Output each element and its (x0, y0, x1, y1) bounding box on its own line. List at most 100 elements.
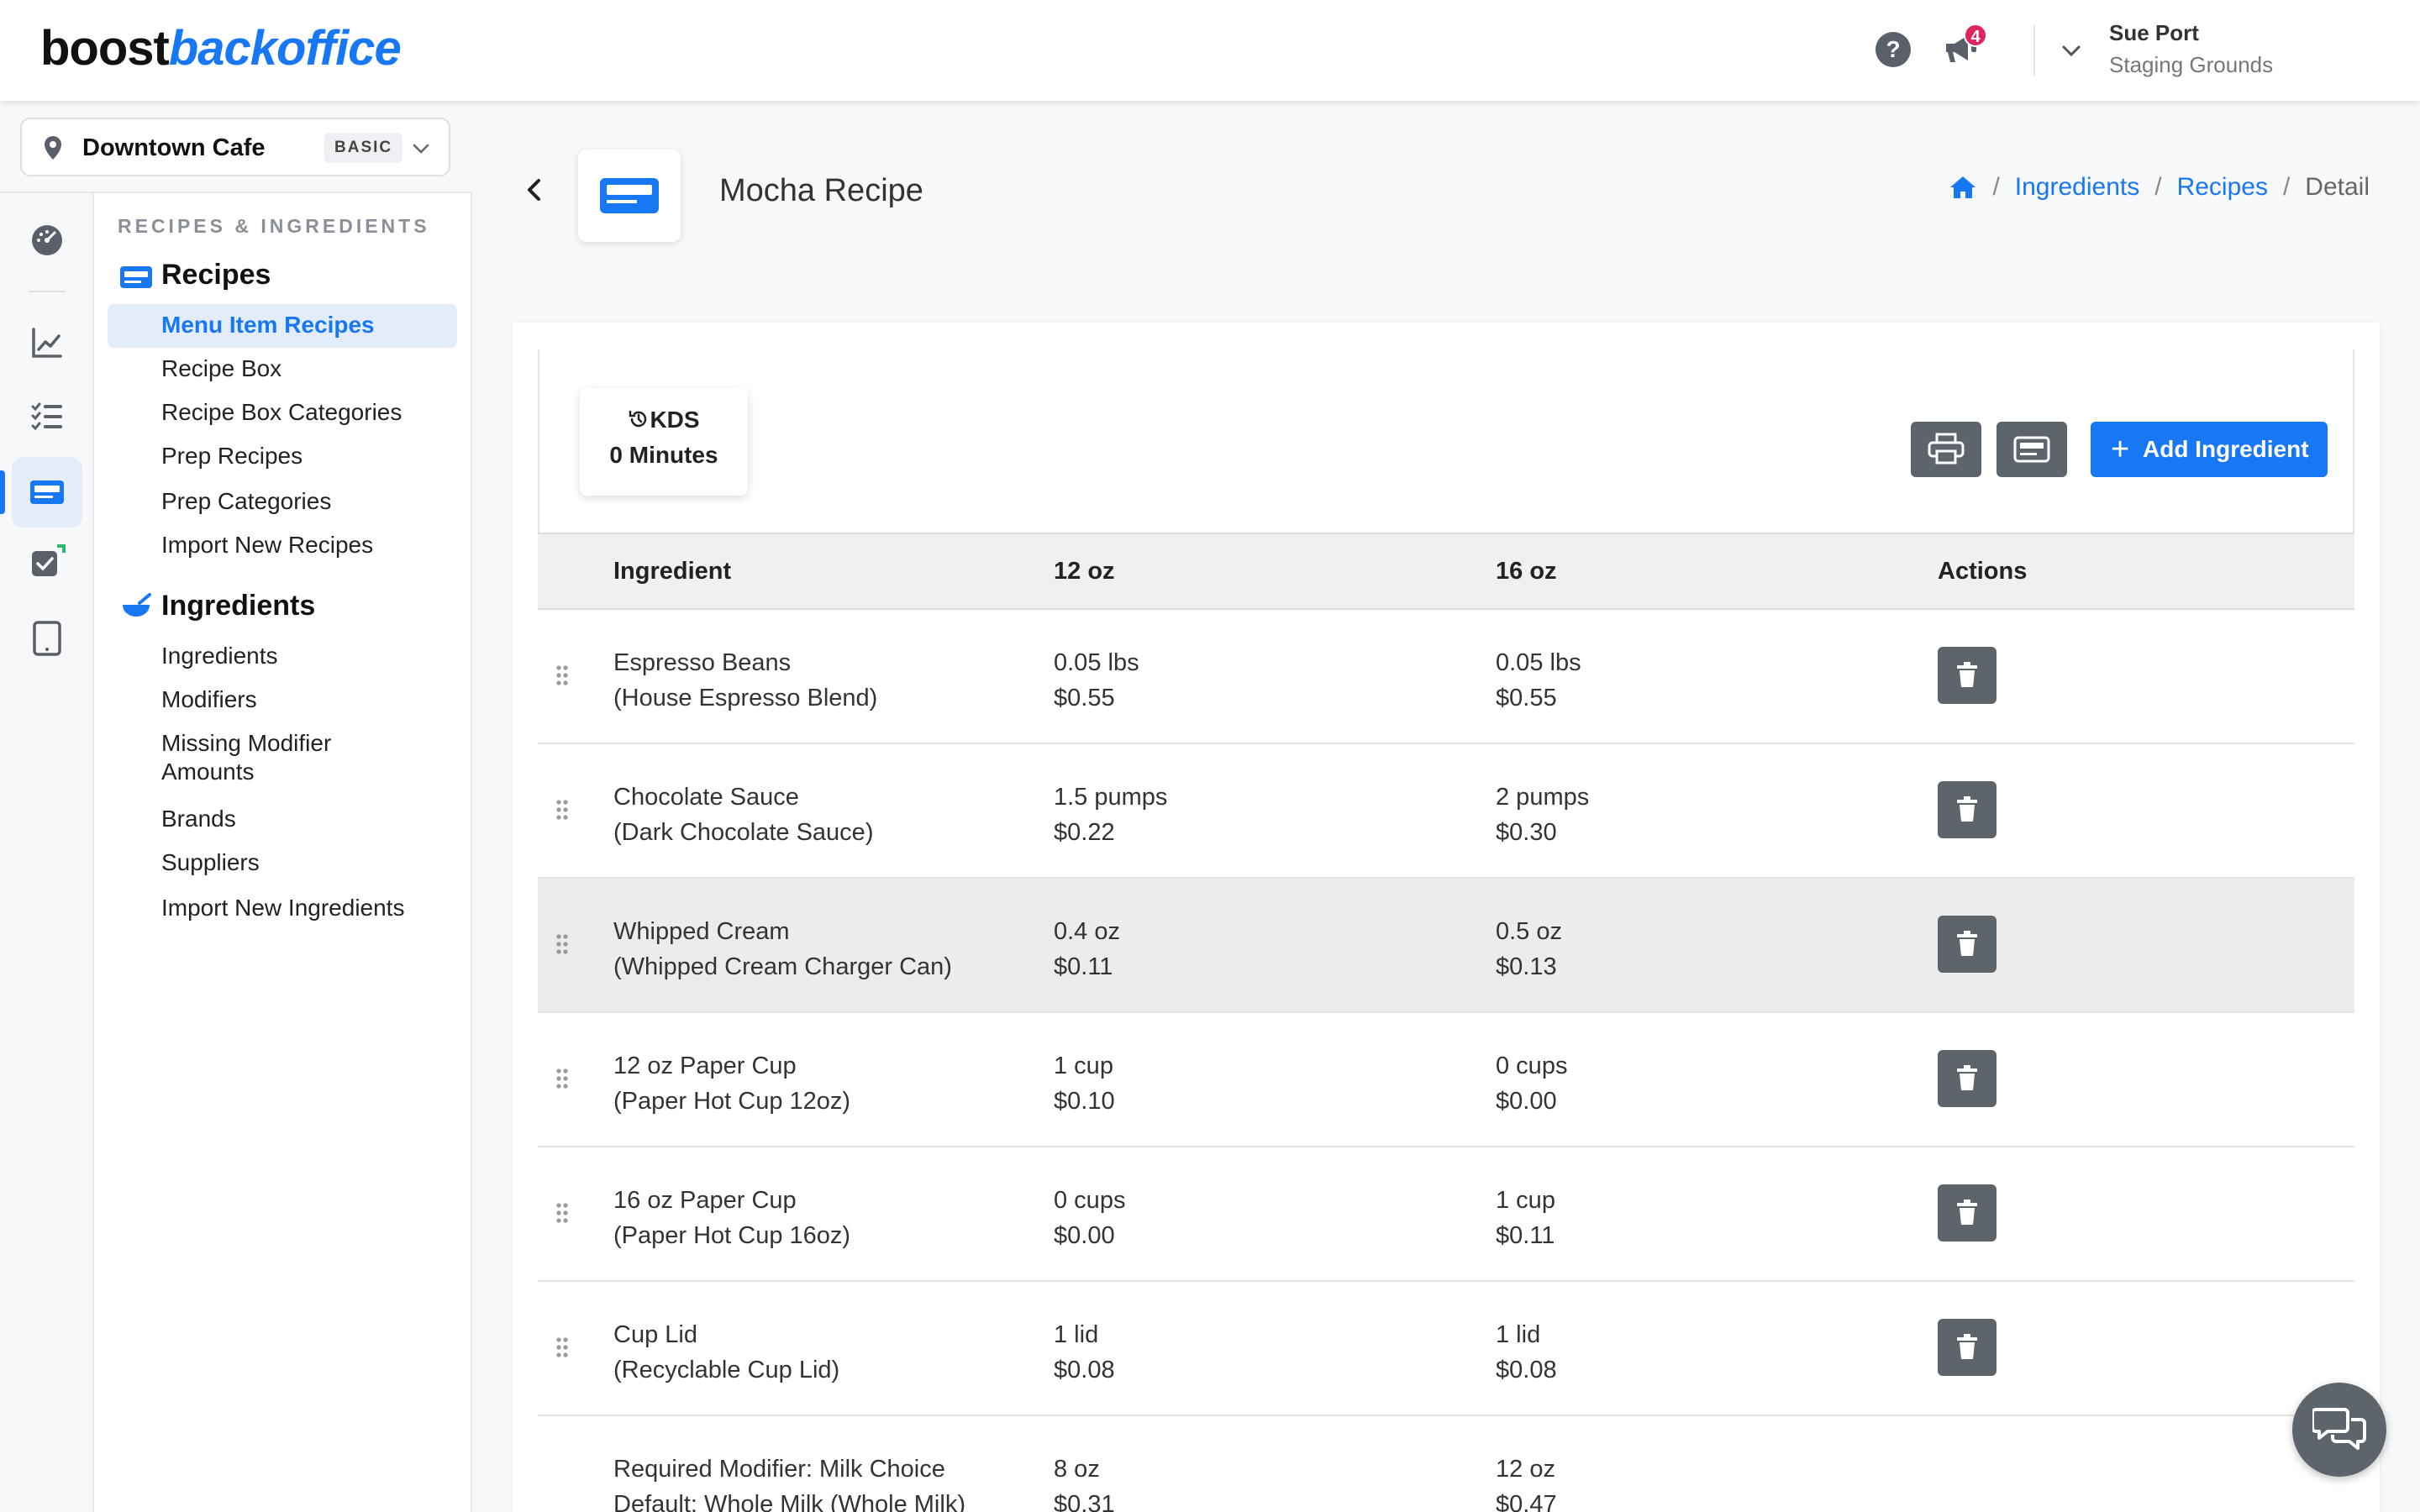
sidebar-item-missing-modifier-amounts[interactable]: Missing Modifier Amounts (161, 729, 413, 786)
amount-12oz: 1.5 pumps (1054, 784, 1168, 811)
table-row[interactable]: Cup Lid (Recyclable Cup Lid) 1 lid $0.08 1 l… (538, 1282, 2354, 1416)
page-title: Mocha Recipe (719, 173, 923, 208)
task-checkbox-icon[interactable] (29, 544, 66, 581)
table-row[interactable]: Required Modifier: Milk Choice Default: W… (538, 1416, 2354, 1512)
table-row[interactable]: 12 oz Paper Cup (Paper Hot Cup 12oz) 1 cup… (538, 1013, 2354, 1147)
nav-group-recipes[interactable]: Recipes (161, 259, 271, 291)
size-12oz-cell: 0.4 oz $0.11 (1054, 914, 1120, 984)
delete-ingredient-button[interactable] (1938, 1184, 1996, 1242)
checklist-icon[interactable] (29, 398, 66, 435)
sidebar-section-label: RECIPES & INGREDIENTS (118, 215, 430, 237)
sidebar-item-suppliers[interactable]: Suppliers (161, 848, 260, 877)
cost-12oz: $0.31 (1054, 1491, 1115, 1512)
sidebar-item-import-new-recipes[interactable]: Import New Recipes (161, 531, 373, 559)
app-logo[interactable]: boostbackoffice (40, 18, 402, 79)
ingredient-cell: Cup Lid (Recyclable Cup Lid) (613, 1317, 839, 1388)
chevron-down-icon[interactable] (2057, 37, 2086, 66)
sidebar-item-import-new-ingredients[interactable]: Import New Ingredients (161, 894, 404, 922)
nav-group-ingredients[interactable]: Ingredients (161, 590, 315, 622)
trash-icon (1957, 1065, 1977, 1090)
ingredient-cell: 12 oz Paper Cup (Paper Hot Cup 12oz) (613, 1048, 850, 1119)
cost-12oz: $0.11 (1054, 953, 1113, 980)
size-16oz-cell: 1 cup $0.11 (1496, 1183, 1555, 1253)
size-12oz-cell: 1 lid $0.08 (1054, 1317, 1115, 1388)
cost-12oz: $0.10 (1054, 1088, 1115, 1115)
cost-16oz: $0.13 (1496, 953, 1557, 980)
delete-ingredient-button[interactable] (1938, 781, 1996, 838)
delete-ingredient-button[interactable] (1938, 916, 1996, 973)
size-16oz-cell: 0.05 lbs $0.55 (1496, 645, 1581, 716)
dashboard-gauge-icon[interactable] (29, 222, 66, 259)
column-header-12oz[interactable]: 12 oz (1054, 558, 1115, 585)
recipe-card-view-button[interactable] (1996, 422, 2067, 477)
trash-icon (1957, 1334, 1977, 1359)
ingredient-detail: (House Espresso Blend) (613, 685, 878, 711)
table-row[interactable]: Espresso Beans (House Espresso Blend) 0.05… (538, 610, 2354, 744)
drag-handle-icon[interactable] (555, 664, 570, 687)
back-arrow-icon[interactable] (519, 175, 550, 205)
sidebar-item-recipe-box[interactable]: Recipe Box (161, 354, 281, 383)
sidebar-item-menu-item-recipes[interactable]: Menu Item Recipes (161, 311, 375, 339)
drag-handle-icon[interactable] (555, 798, 570, 822)
breadcrumb-recipes[interactable]: Recipes (2177, 173, 2268, 202)
table-row[interactable]: Chocolate Sauce (Dark Chocolate Sauce) 1.5… (538, 744, 2354, 879)
recipe-card-icon (2013, 436, 2050, 463)
sidebar-item-recipe-box-categories[interactable]: Recipe Box Categories (161, 398, 402, 427)
logo-text-boost: boost (40, 21, 170, 76)
breadcrumb-separator: / (2282, 173, 2291, 201)
kds-value: 0 Minutes (609, 442, 718, 468)
header-divider (2033, 25, 2035, 76)
amount-12oz: 0.4 oz (1054, 918, 1120, 945)
amount-12oz: 0.05 lbs (1054, 649, 1139, 676)
size-16oz-cell: 1 lid $0.08 (1496, 1317, 1557, 1388)
table-row[interactable]: Whipped Cream (Whipped Cream Charger Can)… (538, 879, 2354, 1013)
home-icon[interactable] (1949, 175, 1977, 200)
tablet-icon[interactable] (29, 620, 66, 657)
drag-handle-icon[interactable] (555, 1067, 570, 1090)
cost-16oz: $0.47 (1496, 1491, 1557, 1512)
ingredient-cell: Required Modifier: Milk Choice Default: W… (613, 1452, 965, 1512)
ingredient-cell: Espresso Beans (House Espresso Blend) (613, 645, 877, 716)
amount-12oz: 1 lid (1054, 1321, 1099, 1348)
cost-16oz: $0.11 (1496, 1222, 1555, 1249)
cost-16oz: $0.00 (1496, 1088, 1557, 1115)
amount-16oz: 1 cup (1496, 1187, 1555, 1214)
rail-active-indicator (0, 470, 5, 514)
delete-ingredient-button[interactable] (1938, 647, 1996, 704)
sidebar-item-prep-categories[interactable]: Prep Categories (161, 487, 331, 516)
sidebar-nav-panel (94, 193, 472, 1512)
sidebar-item-ingredients[interactable]: Ingredients (161, 642, 278, 670)
add-ingredient-button[interactable]: + Add Ingredient (2091, 422, 2328, 477)
help-icon[interactable]: ? (1876, 32, 1911, 67)
recipe-card-icon[interactable] (29, 474, 66, 511)
breadcrumb-ingredients[interactable]: Ingredients (2015, 173, 2139, 202)
delete-ingredient-button[interactable] (1938, 1050, 1996, 1107)
sidebar-item-brands[interactable]: Brands (161, 805, 236, 833)
amount-16oz: 2 pumps (1496, 784, 1590, 811)
table-row[interactable]: 16 oz Paper Cup (Paper Hot Cup 16oz) 0 cup… (538, 1147, 2354, 1282)
drag-handle-icon[interactable] (555, 1336, 570, 1359)
chat-support-button[interactable] (2292, 1383, 2386, 1477)
column-header-ingredient[interactable]: Ingredient (613, 558, 731, 585)
amount-12oz: 1 cup (1054, 1053, 1113, 1079)
delete-ingredient-button[interactable] (1938, 1319, 1996, 1376)
ingredient-detail: (Dark Chocolate Sauce) (613, 819, 874, 846)
ingredient-name: Required Modifier: Milk Choice (613, 1456, 945, 1483)
user-name[interactable]: Sue Port (2109, 20, 2199, 46)
size-12oz-cell: 0.05 lbs $0.55 (1054, 645, 1139, 716)
kds-label-text: KDS (650, 407, 700, 433)
size-16oz-cell: 12 oz $0.47 (1496, 1452, 1557, 1512)
sidebar-item-prep-recipes[interactable]: Prep Recipes (161, 442, 302, 470)
size-12oz-cell: 1.5 pumps $0.22 (1054, 780, 1167, 850)
drag-handle-icon[interactable] (555, 932, 570, 956)
trash-icon (1957, 1200, 1977, 1225)
drag-handle-icon[interactable] (555, 1201, 570, 1225)
line-chart-icon[interactable] (29, 324, 66, 361)
print-button[interactable] (1911, 422, 1981, 477)
ingredient-name: 16 oz Paper Cup (613, 1187, 797, 1214)
location-selector[interactable]: Downtown Cafe BASIC (20, 118, 450, 176)
column-header-16oz[interactable]: 16 oz (1496, 558, 1557, 585)
sidebar-item-modifiers[interactable]: Modifiers (161, 685, 257, 714)
amount-16oz: 0.5 oz (1496, 918, 1562, 945)
ingredient-detail: (Whipped Cream Charger Can) (613, 953, 952, 980)
